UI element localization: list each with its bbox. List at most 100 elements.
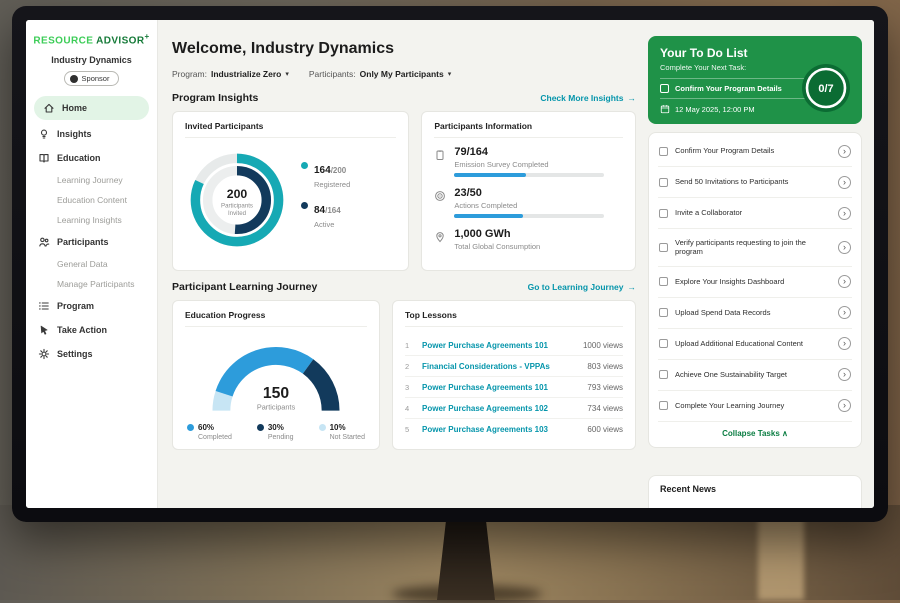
chevron-right-icon[interactable]: ›: [838, 306, 851, 319]
participants-filter-dropdown[interactable]: Participants: Only My Participants ▾: [309, 69, 451, 79]
learning-journey-title: Participant Learning Journey: [172, 281, 317, 293]
sidebar-item-participants[interactable]: Participants: [26, 230, 157, 254]
lesson-link[interactable]: Power Purchase Agreements 101: [422, 341, 575, 350]
program-insights-cards: Invited Participants 200 Participants In…: [172, 111, 636, 271]
checkbox-icon[interactable]: [659, 178, 668, 187]
sidebar-item-insights[interactable]: Insights: [26, 122, 157, 146]
global-consumption-value: 1,000 GWh: [454, 228, 540, 240]
logo-advisor: ADVISOR: [96, 35, 144, 46]
check-more-insights-link[interactable]: Check More Insights →: [540, 93, 636, 103]
sidebar-item-education[interactable]: Education: [26, 146, 157, 170]
sidebar-item-label: Program: [57, 301, 94, 311]
chevron-right-icon[interactable]: ›: [838, 399, 851, 412]
program-insights-title: Program Insights: [172, 92, 258, 104]
lesson-link[interactable]: Financial Considerations - VPPAs: [422, 362, 579, 371]
program-filter-dropdown[interactable]: Program: Industrialize Zero ▾: [172, 69, 289, 79]
sidebar-item-education-content[interactable]: Education Content: [26, 190, 157, 210]
monitor-bezel: RESOURCE ADVISOR+ Industry Dynamics Spon…: [12, 6, 888, 522]
sidebar-item-label: Participants: [57, 237, 109, 247]
chevron-right-icon[interactable]: ›: [838, 241, 851, 254]
checkbox-icon[interactable]: [659, 209, 668, 218]
recent-news-card[interactable]: Recent News: [648, 475, 862, 508]
actions-completed-value: 23/50: [454, 187, 604, 199]
pending-pct: 30%: [268, 423, 284, 432]
page-title: Welcome, Industry Dynamics: [172, 40, 636, 58]
task-label: Verify participants requesting to join t…: [675, 238, 831, 258]
chevron-right-icon[interactable]: ›: [838, 207, 851, 220]
legend-not-started: 10% Not Started: [319, 423, 365, 441]
donut-center-value: 200: [227, 187, 248, 201]
recent-news-title: Recent News: [660, 484, 716, 494]
lesson-link[interactable]: Power Purchase Agreements 101: [422, 383, 579, 392]
participants-information-card: Participants Information 79/164 Emission…: [421, 111, 636, 271]
active-label: Active: [314, 220, 341, 229]
todo-task-list: Confirm Your Program Details › Send 50 I…: [648, 132, 862, 448]
sidebar-item-settings[interactable]: Settings: [26, 342, 157, 366]
top-lessons-title: Top Lessons: [405, 310, 623, 327]
task-row[interactable]: Verify participants requesting to join t…: [658, 229, 852, 267]
collapse-tasks-link[interactable]: Collapse Tasks ∧: [658, 422, 852, 444]
chevron-down-icon: ▾: [285, 70, 289, 78]
donut-center-label-1: Participants: [221, 203, 253, 210]
task-row[interactable]: Upload Spend Data Records ›: [658, 298, 852, 329]
checkbox-icon[interactable]: [659, 370, 668, 379]
sidebar: RESOURCE ADVISOR+ Industry Dynamics Spon…: [26, 20, 158, 508]
checkbox-icon[interactable]: [659, 147, 668, 156]
task-row[interactable]: Send 50 Invitations to Participants ›: [658, 167, 852, 198]
education-legend: 60% Completed 30% Pending 10% Not Starte…: [185, 419, 367, 441]
todo-next-task[interactable]: Confirm Your Program Details: [660, 79, 806, 98]
chevron-right-icon[interactable]: ›: [838, 337, 851, 350]
program-list-icon: [38, 300, 50, 312]
program-filter-label: Program:: [172, 69, 207, 79]
lesson-views: 793 views: [587, 383, 623, 392]
checkbox-icon[interactable]: [659, 243, 668, 252]
chevron-right-icon[interactable]: ›: [838, 145, 851, 158]
sponsor-badge[interactable]: Sponsor: [64, 71, 120, 86]
task-row[interactable]: Achieve One Sustainability Target ›: [658, 360, 852, 391]
pending-label: Pending: [268, 434, 294, 441]
settings-gear-icon: [38, 348, 50, 360]
task-label: Send 50 Invitations to Participants: [675, 177, 831, 187]
registered-value: 164: [314, 165, 331, 176]
sponsor-badge-label: Sponsor: [82, 74, 110, 83]
task-row[interactable]: Upload Additional Educational Content ›: [658, 329, 852, 360]
sidebar-item-learning-insights[interactable]: Learning Insights: [26, 210, 157, 230]
lesson-rank: 1: [405, 341, 414, 350]
task-row[interactable]: Confirm Your Program Details ›: [658, 136, 852, 167]
invited-participants-title: Invited Participants: [185, 121, 396, 138]
sidebar-item-program[interactable]: Program: [26, 294, 157, 318]
sidebar-item-label: Education: [57, 153, 101, 163]
sidebar-item-home[interactable]: Home: [34, 96, 149, 120]
todo-progress-ring: 0/7: [801, 63, 851, 113]
task-row[interactable]: Invite a Collaborator ›: [658, 198, 852, 229]
location-pin-icon: [434, 230, 446, 242]
sidebar-item-manage-participants[interactable]: Manage Participants: [26, 274, 157, 294]
task-row[interactable]: Explore Your Insights Dashboard ›: [658, 267, 852, 298]
go-to-learning-journey-label: Go to Learning Journey: [528, 282, 624, 292]
chevron-right-icon[interactable]: ›: [838, 275, 851, 288]
logo-plus: +: [144, 32, 149, 41]
chevron-right-icon[interactable]: ›: [838, 176, 851, 189]
task-row[interactable]: Complete Your Learning Journey ›: [658, 391, 852, 422]
todo-due-date-label: 12 May 2025, 12:00 PM: [675, 105, 755, 114]
education-gauge-chart: 150 Participants: [201, 335, 351, 419]
sidebar-item-general-data[interactable]: General Data: [26, 254, 157, 274]
go-to-learning-journey-link[interactable]: Go to Learning Journey →: [528, 282, 636, 292]
sidebar-item-label: Education Content: [57, 195, 127, 205]
checkbox-icon[interactable]: [659, 339, 668, 348]
chevron-right-icon[interactable]: ›: [838, 368, 851, 381]
checkbox-icon[interactable]: [660, 84, 669, 93]
sidebar-item-take-action[interactable]: Take Action: [26, 318, 157, 342]
checkbox-icon[interactable]: [659, 401, 668, 410]
todo-due-date: 12 May 2025, 12:00 PM: [660, 98, 806, 115]
checkbox-icon[interactable]: [659, 308, 668, 317]
checkbox-icon[interactable]: [659, 277, 668, 286]
sidebar-item-learning-journey[interactable]: Learning Journey: [26, 170, 157, 190]
lesson-rank: 2: [405, 362, 414, 371]
task-label: Upload Spend Data Records: [675, 308, 831, 318]
sidebar-item-label: General Data: [57, 259, 108, 269]
lesson-row: 3 Power Purchase Agreements 101 793 view…: [405, 377, 623, 398]
lesson-link[interactable]: Power Purchase Agreements 102: [422, 404, 579, 413]
todo-next-task-label: Confirm Your Program Details: [675, 84, 782, 93]
lesson-link[interactable]: Power Purchase Agreements 103: [422, 425, 579, 434]
